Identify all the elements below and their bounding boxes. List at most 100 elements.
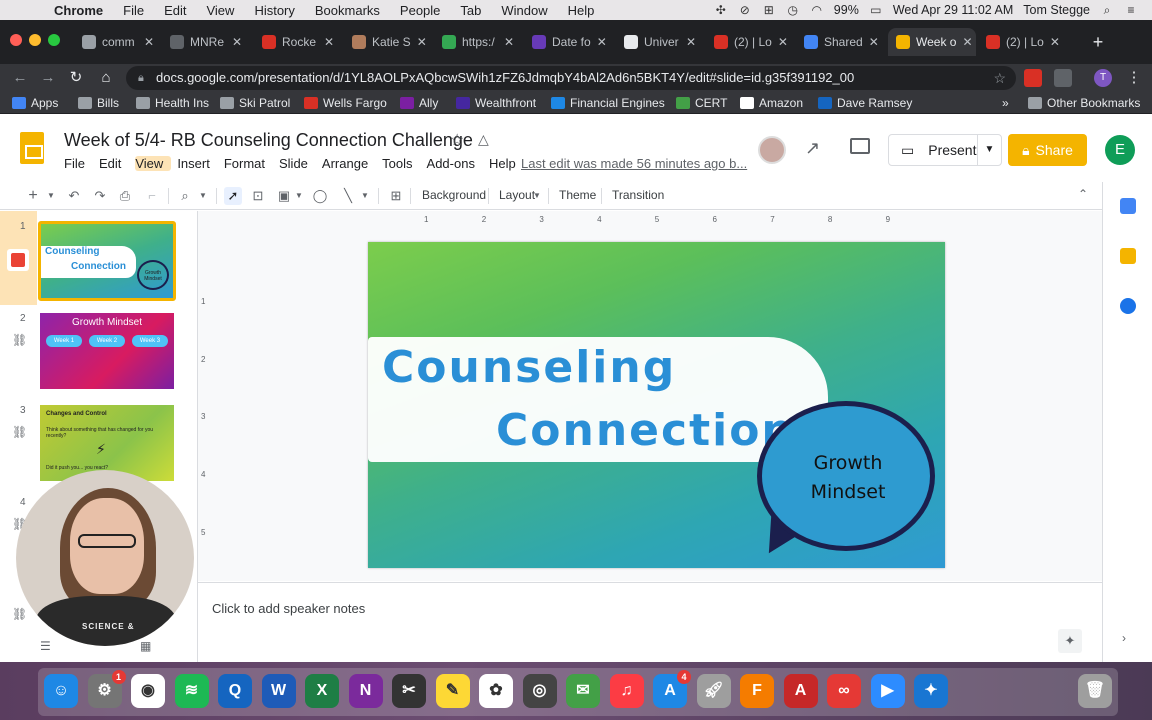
dock-app-safari-icon[interactable]: ✦ [914,674,948,708]
transition-button[interactable]: Transition [612,188,664,202]
tasks-icon[interactable] [1120,298,1136,314]
dock-app-photo-booth-icon[interactable]: ◎ [522,674,557,708]
speech-bubble-text[interactable]: Growth Mindset [788,449,908,507]
docs-menu-file[interactable]: File [64,156,93,171]
line-dropdown-icon[interactable]: ▼ [360,187,370,205]
dock-app-creative-cloud-icon[interactable]: ∞ [827,674,861,708]
menu-history[interactable]: History [244,3,304,18]
bookmark-item[interactable]: Wealthfront [456,95,536,111]
dock-app-music-icon[interactable]: ♫ [609,674,644,708]
comments-icon[interactable] [850,138,870,154]
tab-close-icon[interactable]: ✕ [504,35,514,49]
keep-icon[interactable] [1120,248,1136,264]
chrome-menu-icon[interactable]: ⋮ [1124,68,1144,88]
menu-window[interactable]: Window [491,3,557,18]
image-dropdown-icon[interactable]: ▼ [294,187,304,205]
dock-app-onenote-icon[interactable]: N [348,674,383,708]
dock-app-photos-icon[interactable]: ✿ [479,674,513,708]
docs-menu-view[interactable]: View [135,156,172,171]
browser-tab[interactable]: Week o ✕ [888,28,976,56]
browser-tab[interactable]: https:/ ✕ [434,28,522,56]
bookmark-item[interactable]: CERT [676,95,727,111]
account-avatar[interactable]: E [1105,135,1135,165]
bookmark-item[interactable]: Wells Fargo [304,95,387,111]
text-box-icon[interactable]: ⊡ [250,187,266,205]
expand-side-panel-icon[interactable]: › [1122,631,1126,645]
dock-app-acrobat-icon[interactable]: A [783,674,818,708]
image-icon[interactable]: ▣ [276,187,292,205]
menu-view[interactable]: View [196,3,244,18]
tab-close-icon[interactable]: ✕ [962,35,972,49]
dock-app-spotify-icon[interactable]: ≋ [174,674,209,708]
tab-close-icon[interactable]: ✕ [144,35,154,49]
user-name[interactable]: Tom Stegge [1023,3,1090,17]
bookmark-item[interactable]: Health Ins [136,95,209,111]
bookmark-item[interactable]: Apps [12,95,58,111]
docs-menu-insert[interactable]: Insert [177,156,218,171]
docs-menu-addons[interactable]: Add-ons [427,156,483,171]
docs-menu-arrange[interactable]: Arrange [322,156,376,171]
dock-app-messages-icon[interactable]: ✉ [566,674,600,708]
bookmark-item[interactable]: Dave Ramsey [818,95,912,111]
tab-close-icon[interactable]: ✕ [417,35,427,49]
dock-app-system-preferences-icon[interactable]: ⚙ 1 [87,670,126,708]
bookmark-item[interactable]: Bills [78,95,119,111]
home-icon[interactable]: ⌂ [96,68,116,88]
record-button[interactable] [7,249,29,271]
tab-close-icon[interactable]: ✕ [597,35,607,49]
new-slide-icon[interactable]: + [26,187,40,205]
zoom-dropdown-icon[interactable]: ▼ [198,187,208,205]
dock-app-app-store-icon[interactable]: A4 [653,670,691,708]
slide-title-line1[interactable]: Counseling [382,342,676,393]
undo-icon[interactable]: ↶ [66,187,82,205]
menu-file[interactable]: File [113,3,154,18]
docs-menu-help[interactable]: Help [489,156,524,171]
browser-tab[interactable]: MNRe ✕ [162,28,250,56]
browser-tab[interactable]: Shared ✕ [796,28,884,56]
forward-icon[interactable]: → [38,68,58,88]
bookmark-item[interactable]: Ski Patrol [220,95,290,111]
calendar-icon[interactable] [1120,198,1136,214]
dock-app-chrome-icon[interactable]: ◉ [131,674,165,708]
bookmarks-overflow-icon[interactable]: » [1002,95,1009,111]
browser-tab[interactable]: Katie S ✕ [344,28,432,56]
activity-dashboard-icon[interactable]: ↗ [805,138,820,159]
browser-tab[interactable]: (2) | Lo ✕ [978,28,1066,56]
present-dropdown-icon[interactable]: ▼ [977,135,1001,165]
tab-close-icon[interactable]: ✕ [324,35,334,49]
dock-app-excel-icon[interactable]: X [305,674,339,708]
slide-thumbnail-2[interactable]: Growth Mindset Week 1 Week 2 Week 3 [40,313,174,389]
new-tab-button[interactable]: + [1088,32,1108,52]
bookmark-item[interactable]: Financial Engines [551,95,665,111]
zoom-window-button[interactable] [48,34,60,46]
link-icon[interactable]: ⛓︎ [12,607,27,621]
other-bookmarks-folder[interactable]: Other Bookmarks [1028,95,1140,111]
profile-avatar[interactable]: T [1094,69,1112,87]
google-slides-logo-icon[interactable] [20,132,44,164]
collaborator-avatar[interactable] [758,136,786,164]
background-button[interactable]: Background [422,188,486,202]
link-icon[interactable]: ⛓︎ [12,425,27,439]
address-bar[interactable]: 🔒︎ docs.google.com/presentation/d/1YL8AO… [126,66,1016,90]
insert-comment-icon[interactable]: ⊞ [388,187,404,205]
speaker-notes-placeholder[interactable]: Click to add speaker notes [212,601,365,616]
explore-icon[interactable]: ✦ [1058,629,1082,653]
slide-title-line2[interactable]: Connection [496,405,795,456]
menu-edit[interactable]: Edit [154,3,196,18]
tab-close-icon[interactable]: ✕ [232,35,242,49]
tab-close-icon[interactable]: ✕ [869,35,879,49]
tab-close-icon[interactable]: ✕ [778,35,788,49]
layout-dropdown-icon[interactable]: ▼ [532,187,542,205]
menu-tab[interactable]: Tab [450,3,491,18]
fan-icon[interactable]: ✣ [714,3,728,17]
battery-icon[interactable]: ▭ [869,3,883,17]
browser-tab[interactable]: comm ✕ [74,28,162,56]
link-icon[interactable]: ⛓︎ [12,333,27,347]
paint-format-icon[interactable]: ⌐ [144,187,160,205]
spotlight-icon[interactable]: ⌕ [1100,3,1114,17]
slide-thumbnail-1[interactable]: Counseling Connection Growth Mindset [38,221,176,301]
move-to-drive-icon[interactable]: △ [478,131,489,148]
dock-app-finder-icon[interactable]: ☺ [44,674,78,708]
browser-tab[interactable]: Univer ✕ [616,28,704,56]
speaker-notes[interactable]: Click to add speaker notes ✦ [198,582,1102,662]
